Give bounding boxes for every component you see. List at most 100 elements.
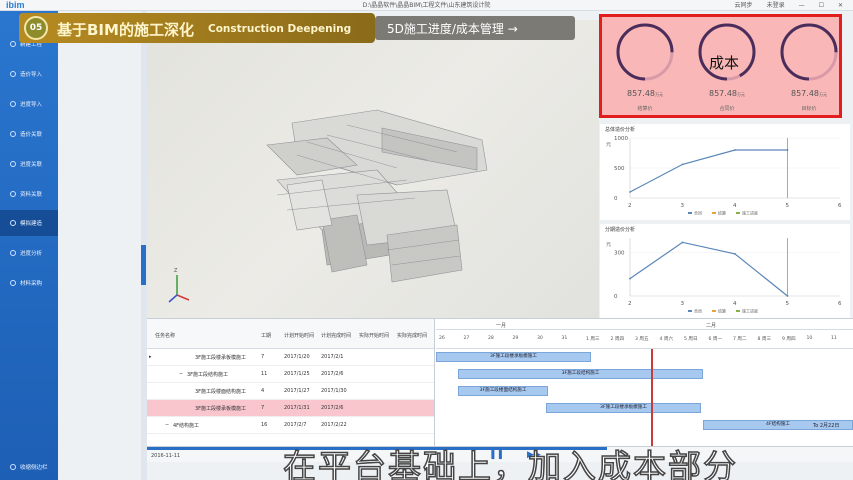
timeline-day: 5 周日	[684, 337, 698, 342]
data-point	[734, 253, 736, 255]
x-tick-label: 3	[681, 301, 685, 307]
schedule-import-icon	[10, 101, 16, 107]
legend-swatch	[712, 310, 716, 312]
timeline-day: 31	[561, 336, 568, 341]
total-cost-chart: 总体造价分析 元 2 3 4 5 6 1000 500 0 合同 结算 施工进度	[600, 124, 850, 220]
data-point	[734, 149, 736, 151]
gantt-bar[interactable]: 3F施工段结构施工	[458, 369, 703, 379]
col-actual-end[interactable]: 实际完成时间	[397, 332, 427, 339]
y-tick-label: 0	[614, 196, 618, 202]
col-plan-start[interactable]: 计划开始时间	[284, 332, 314, 339]
sidebar-item-simulation[interactable]: 模拟建造	[0, 210, 58, 236]
axis-gizmo: Z	[168, 268, 190, 303]
col-duration[interactable]: 工期	[261, 332, 271, 339]
x-tick-label: 3	[681, 203, 685, 209]
gauge-label: 目标价	[801, 106, 817, 112]
sidebar-item-cost-import[interactable]: 造价导入	[0, 61, 58, 87]
timeline-day: 10	[806, 336, 813, 341]
current-date-line	[651, 349, 653, 447]
new-project-icon	[10, 41, 16, 47]
timeline-day: 28	[488, 336, 494, 341]
gantt-bar[interactable]: 3F施工段楼承板模施工	[436, 352, 591, 362]
x-tick-label: 6	[838, 203, 842, 209]
chart-svg: 元 2 3 4 5 6 300 0 合同 结算 施工进度	[606, 238, 842, 314]
sidebar-item-label: 进度导入	[20, 102, 43, 108]
period-cost-chart: 分期造价分析 元 2 3 4 5 6 300 0 合同 结算 施工进度	[600, 224, 850, 318]
gauge-value: 857.48万元	[709, 89, 745, 98]
sidebar-item-label: 造价导入	[20, 72, 43, 78]
timeline-day: 29	[512, 336, 519, 341]
bim-3d-viewport[interactable]: Z	[147, 20, 599, 318]
legend-label: 施工进度	[742, 308, 758, 314]
cost-gauges-panel: 857.48万元 结算价 857.48万元 合同价 857.48万元 目标价 成…	[599, 14, 842, 118]
table-row-highlighted[interactable]: 3F施工段楼承板模施工 7 2017/1/31 2017/2/6	[147, 400, 434, 417]
gantt-timeline[interactable]: 一月 二月 26 27 28 29 30 31 1 周三 2 周四 3 周五 4 周六 5 周日 6 …	[436, 319, 853, 447]
y-tick-label: 0	[614, 294, 618, 300]
material-purchase-icon	[10, 280, 16, 286]
sidebar-collapse-button[interactable]: 收缩侧边栏	[0, 454, 58, 480]
timeline-days: 26 27 28 29 30 31 1 周三 2 周四 3 周五 4 周六 5 周日 6 周一 7 周二…	[436, 330, 853, 349]
document-link-icon	[10, 191, 16, 197]
sidebar-item-label: 造价关联	[20, 132, 43, 138]
gauge-label: 结算价	[637, 106, 653, 112]
gauge-label: 合同价	[719, 106, 735, 112]
table-row[interactable]: 3F施工段楼面结构施工 4 2017/1/27 2017/1/30	[147, 383, 434, 400]
data-point	[629, 277, 631, 280]
schedule-analysis-icon	[10, 250, 16, 256]
timeline-day: 30	[537, 336, 543, 341]
table-row[interactable]: −3F施工段结构施工 11 2017/1/25 2017/2/6	[147, 366, 434, 383]
schedule-link-icon	[10, 161, 16, 167]
gantt-bar[interactable]: 3F施工段楼面结构施工	[458, 386, 548, 396]
legend-label: 结算	[718, 308, 726, 314]
section-title-cn: 基于BIM的施工深化	[57, 21, 194, 39]
x-tick-label: 4	[733, 203, 737, 209]
sidebar-item-label: 资料关联	[20, 192, 43, 198]
x-tick-label: 5	[786, 203, 790, 209]
chart-svg: 元 2 3 4 5 6 1000 500 0 合同 结算 施工进度	[606, 136, 842, 216]
minimize-icon[interactable]: —	[799, 0, 805, 11]
legend-swatch	[688, 310, 692, 312]
sidebar-item-label: 进度关联	[20, 162, 43, 168]
y-unit-label: 元	[606, 142, 611, 148]
user-login-button[interactable]: 未登录	[767, 0, 785, 11]
table-row[interactable]: −4F结构施工 16 2017/2/7 2017/2/22	[147, 417, 434, 434]
sidebar-item-schedule-analysis[interactable]: 进度分析	[0, 240, 58, 266]
gauge-settlement: 857.48万元 结算价	[615, 20, 675, 116]
col-plan-end[interactable]: 计划完成时间	[321, 332, 351, 339]
sidebar-item-material-purchase[interactable]: 材料采购	[0, 270, 58, 296]
svg-text:Z: Z	[174, 268, 178, 274]
table-row[interactable]: ▸ 3F施工段楼承板模施工 7 2017/1/20 2017/2/1	[147, 349, 434, 366]
y-tick-label: 1000	[614, 136, 628, 142]
timeline-day: 4 周六	[659, 337, 674, 342]
timeline-months: 一月 二月	[436, 319, 853, 330]
x-tick-label: 4	[733, 301, 737, 307]
gauge-target: 857.48万元 目标价	[779, 20, 839, 116]
close-icon[interactable]: ✕	[838, 0, 843, 11]
splitter-handle[interactable]	[141, 245, 146, 285]
status-date: 2016-11-11	[151, 453, 181, 459]
app-window: ibim D:\晶晶软件\晶晶BIM\工程文件\山东建筑设计院 云同步 未登录 …	[0, 0, 853, 480]
timeline-day: 8 周三	[757, 337, 772, 342]
col-actual-start[interactable]: 实际开始时间	[359, 332, 389, 339]
col-task-name[interactable]: 任务名称	[155, 332, 175, 339]
collapse-icon	[10, 464, 16, 470]
cost-import-icon	[10, 71, 16, 77]
sidebar-item-document-link[interactable]: 资料关联	[0, 181, 58, 207]
task-table-header: 任务名称 工期 计划开始时间 计划完成时间 实际开始时间 实际完成时间	[147, 319, 434, 349]
maximize-icon[interactable]: ☐	[819, 0, 824, 11]
gantt-bar[interactable]: 3F施工段楼承板模施工	[546, 403, 701, 413]
timeline-day: 6 周一	[708, 337, 723, 342]
sidebar-item-schedule-import[interactable]: 进度导入	[0, 91, 58, 117]
legend-label: 合同	[694, 308, 702, 314]
cloud-sync-button[interactable]: 云同步	[735, 0, 753, 11]
legend-swatch	[736, 212, 740, 214]
timeline-day: 7 周二	[733, 337, 747, 342]
sidebar-item-schedule-link[interactable]: 进度关联	[0, 151, 58, 177]
section-number-badge: 05	[24, 16, 48, 40]
timeline-day: 27	[463, 336, 470, 341]
x-tick-label: 6	[838, 301, 842, 307]
section-title-en: Construction Deepening	[208, 23, 352, 35]
x-tick-label: 5	[786, 301, 790, 307]
sidebar-item-cost-link[interactable]: 造价关联	[0, 121, 58, 147]
section-banner: 05 基于BIM的施工深化 Construction Deepening	[19, 13, 375, 43]
